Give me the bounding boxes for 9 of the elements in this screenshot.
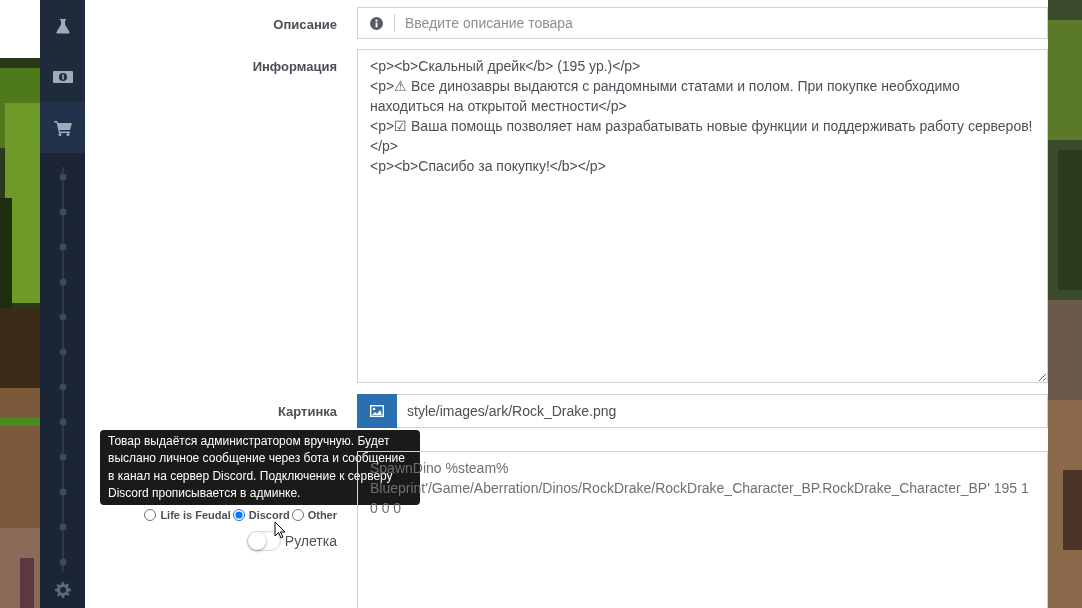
field-label: Описание (273, 17, 337, 32)
info-textarea[interactable]: <p><b>Скальный дрейк</b> (195 ур.)</p> <p>⚠ Все динозавры выдаются с рандомными статами и полом. При покупке необходимо находиться на открытой местности</p> <p>☑ Ваша помощь позволяет нам разрабатывать новые функции и поддерживать работу серверов!</p> <p><b>Спасибо за покупку!</b></p> (357, 49, 1048, 383)
radio-label[interactable]: Discord (248, 509, 290, 521)
field-label: Картинка (277, 404, 337, 419)
image-path-field[interactable]: style/images/ark/Rock_Drake.png (397, 394, 1048, 428)
radio-label[interactable]: Other (307, 509, 337, 521)
radio-label[interactable]: Life is Feudal (160, 509, 231, 521)
toggle-label: Рулетка (284, 533, 337, 549)
field-label: Информация (252, 59, 337, 74)
